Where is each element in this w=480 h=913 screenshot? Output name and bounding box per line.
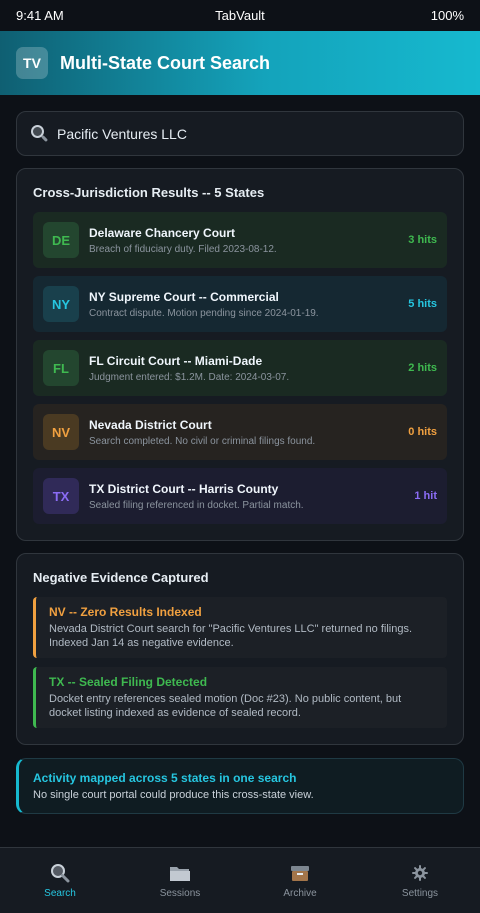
nav-search[interactable]: Search bbox=[0, 848, 120, 913]
archive-box-icon bbox=[290, 863, 310, 883]
state-badge: DE bbox=[43, 222, 79, 258]
hit-count: 3 hits bbox=[408, 234, 437, 246]
results-title: Cross-Jurisdiction Results -- 5 States bbox=[33, 185, 265, 200]
hit-count: 2 hits bbox=[408, 362, 437, 374]
court-summary: Sealed filing referenced in docket. Part… bbox=[89, 499, 304, 511]
app-header: TV Multi-State Court Search bbox=[0, 31, 480, 95]
court-name: TX District Court -- Harris County bbox=[89, 481, 279, 496]
gear-icon bbox=[412, 863, 428, 883]
evidence-card-body: Docket entry references sealed motion (D… bbox=[49, 693, 402, 719]
results-list: DE Delaware Chancery Court Breach of fid… bbox=[33, 212, 447, 524]
search-icon bbox=[29, 124, 49, 144]
court-name: Nevada District Court bbox=[89, 417, 212, 432]
court-summary: Search completed. No civil or criminal f… bbox=[89, 435, 316, 447]
court-name: NY Supreme Court -- Commercial bbox=[89, 289, 279, 304]
nav-sessions[interactable]: Sessions bbox=[120, 848, 240, 913]
status-app-name: TabVault bbox=[215, 8, 265, 23]
state-badge: NY bbox=[43, 286, 79, 322]
court-name: Delaware Chancery Court bbox=[89, 225, 236, 240]
evidence-panel: Negative Evidence Captured NV -- Zero Re… bbox=[16, 553, 464, 745]
court-summary: Judgment entered: $1.2M. Date: 2024-03-0… bbox=[89, 371, 290, 383]
nav-label: Archive bbox=[283, 887, 317, 899]
bottom-nav: Search Sessions Archive Settings bbox=[0, 847, 480, 913]
result-row-ny[interactable]: NY NY Supreme Court -- Commercial Contra… bbox=[33, 276, 447, 332]
nav-label: Sessions bbox=[159, 887, 201, 899]
nav-settings[interactable]: Settings bbox=[360, 848, 480, 913]
page-title: Multi-State Court Search bbox=[60, 52, 271, 73]
result-row-de[interactable]: DE Delaware Chancery Court Breach of fid… bbox=[33, 212, 447, 268]
activity-subtitle: No single court portal could produce thi… bbox=[33, 789, 314, 801]
search-icon bbox=[50, 863, 70, 883]
status-bar: 9:41 AM TabVault 100% bbox=[0, 0, 480, 31]
result-row-nv[interactable]: NV Nevada District Court Search complete… bbox=[33, 404, 447, 460]
nav-label: Settings bbox=[401, 887, 439, 899]
court-name: FL Circuit Court -- Miami-Dade bbox=[89, 353, 263, 368]
evidence-title: Negative Evidence Captured bbox=[33, 570, 209, 585]
status-time: 9:41 AM bbox=[16, 8, 64, 23]
activity-banner: Activity mapped across 5 states in one s… bbox=[16, 758, 464, 814]
activity-title: Activity mapped across 5 states in one s… bbox=[33, 771, 297, 785]
evidence-card-body: Nevada District Court search for "Pacifi… bbox=[49, 623, 413, 649]
search-box[interactable] bbox=[16, 111, 464, 156]
nav-archive[interactable]: Archive bbox=[240, 848, 360, 913]
search-input[interactable] bbox=[57, 125, 451, 142]
hit-count: 5 hits bbox=[408, 298, 437, 310]
state-badge: FL bbox=[43, 350, 79, 386]
results-panel: Cross-Jurisdiction Results -- 5 States D… bbox=[16, 168, 464, 541]
result-row-tx[interactable]: TX TX District Court -- Harris County Se… bbox=[33, 468, 447, 524]
state-badge: NV bbox=[43, 414, 79, 450]
status-battery: 100% bbox=[430, 8, 464, 23]
evidence-card-nv: NV -- Zero Results Indexed Nevada Distri… bbox=[33, 597, 447, 658]
hit-count: 0 hits bbox=[408, 426, 437, 438]
court-summary: Breach of fiduciary duty. Filed 2023-08-… bbox=[89, 243, 277, 255]
state-badge: TX bbox=[43, 478, 79, 514]
evidence-card-title: TX -- Sealed Filing Detected bbox=[49, 675, 208, 689]
evidence-card-title: NV -- Zero Results Indexed bbox=[49, 605, 202, 619]
court-summary: Contract dispute. Motion pending since 2… bbox=[89, 307, 319, 319]
nav-label: Search bbox=[44, 887, 76, 899]
evidence-card-tx: TX -- Sealed Filing Detected Docket entr… bbox=[33, 667, 447, 728]
result-row-fl[interactable]: FL FL Circuit Court -- Miami-Dade Judgme… bbox=[33, 340, 447, 396]
folder-icon bbox=[169, 863, 191, 883]
app-logo: TV bbox=[16, 47, 48, 79]
hit-count: 1 hit bbox=[414, 490, 437, 502]
